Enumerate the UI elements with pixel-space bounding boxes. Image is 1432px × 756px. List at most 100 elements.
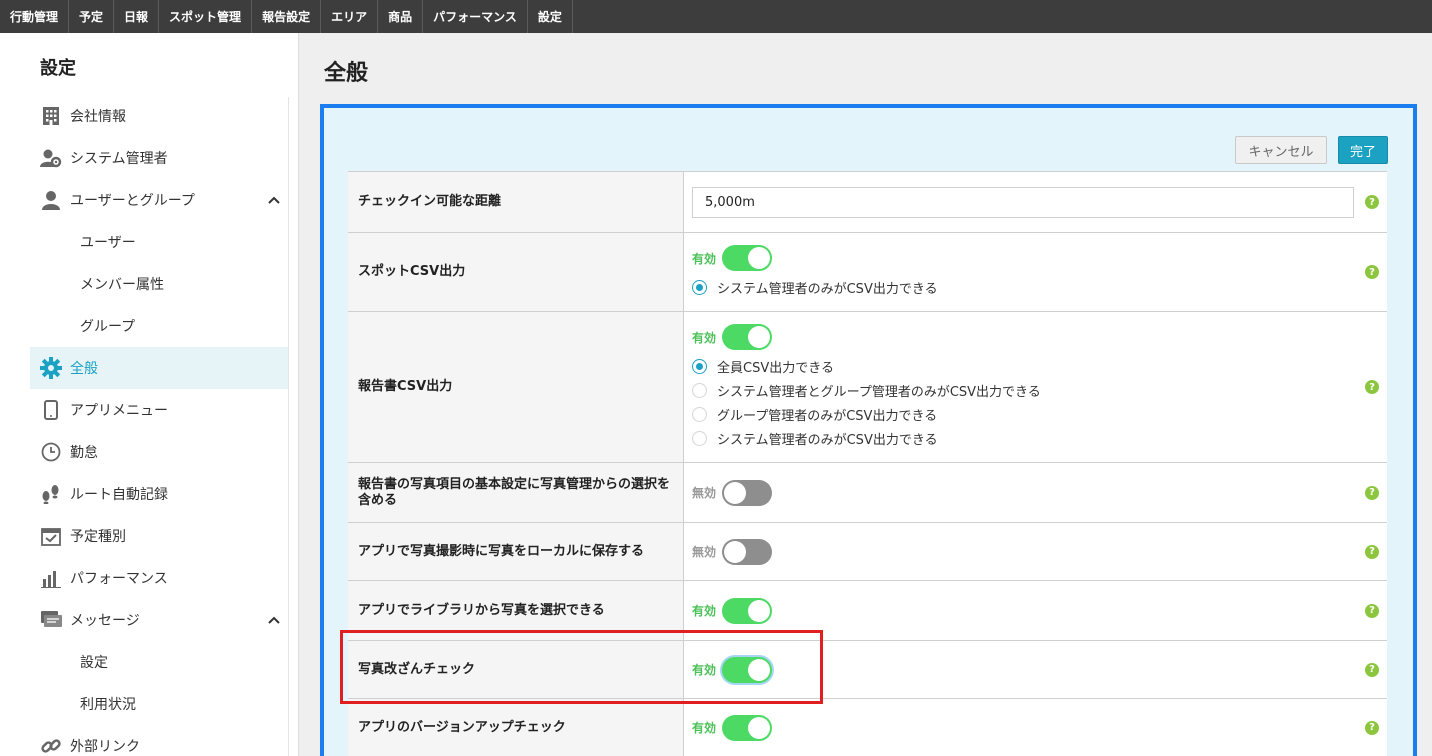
report-csv-toggle[interactable]: [722, 324, 773, 350]
setting-row-photo-default: 報告書の写真項目の基本設定に写真管理からの選択を含める 無効 ?: [348, 463, 1387, 523]
radio-button[interactable]: [692, 406, 707, 422]
tab-area[interactable]: エリア: [321, 0, 379, 33]
sidebar-item-label: 利用状況: [80, 697, 136, 713]
radio-option[interactable]: 全員CSV出力できる: [692, 354, 1379, 378]
sidebar-item-label: 会社情報: [70, 109, 126, 125]
sidebar: 設定 会社情報 システム管理者 ユーザーとグループ ユーザー メンバー属性 グル…: [0, 33, 299, 756]
tab-settings[interactable]: 設定: [528, 0, 573, 33]
toggle-status: 有効: [692, 330, 717, 345]
settings-panel: キャンセル 完了 チェックイン可能な距離 ? スポットCSV出力 有効: [320, 104, 1417, 756]
help-icon[interactable]: ?: [1365, 195, 1379, 209]
spot-csv-toggle[interactable]: [722, 245, 773, 271]
radio-button[interactable]: [692, 382, 707, 398]
sidebar-item-label: グループ: [80, 319, 136, 335]
top-nav: 行動管理 予定 日報 スポット管理 報告設定 エリア 商品 パフォーマンス 設定: [0, 0, 1432, 33]
sidebar-item-label: 外部リンク: [70, 739, 140, 755]
radio-option[interactable]: グループ管理者のみがCSV出力できる: [692, 402, 1379, 426]
version-check-toggle[interactable]: [722, 714, 773, 741]
toggle-status: 無効: [692, 486, 717, 500]
checkin-distance-input[interactable]: [692, 186, 1354, 218]
tab-performance[interactable]: パフォーマンス: [423, 0, 528, 33]
user-icon: [40, 189, 62, 211]
radio-label: グループ管理者のみがCSV出力できる: [717, 408, 938, 424]
sidebar-item-app-menu[interactable]: アプリメニュー: [30, 389, 288, 431]
message-icon: [40, 609, 62, 631]
tab-schedule[interactable]: 予定: [69, 0, 115, 33]
sidebar-item-groups[interactable]: グループ: [30, 305, 288, 347]
toggle-status: 無効: [692, 545, 717, 559]
tab-daily-report[interactable]: 日報: [114, 0, 160, 33]
toggle-status: 有効: [692, 604, 717, 618]
toggle-group: 有効: [692, 324, 1379, 350]
setting-row-version-check: アプリのバージョンアップチェック 有効 ?: [348, 699, 1387, 756]
tab-products[interactable]: 商品: [378, 0, 424, 33]
sidebar-item-label: メンバー属性: [80, 277, 164, 293]
sidebar-item-users-groups[interactable]: ユーザーとグループ: [30, 179, 288, 221]
radio-button-selected[interactable]: [692, 279, 707, 295]
sidebar-item-route-record[interactable]: ルート自動記録: [30, 473, 288, 515]
tamper-check-toggle[interactable]: [722, 656, 773, 683]
sidebar-item-users[interactable]: ユーザー: [30, 221, 288, 263]
sidebar-item-messages[interactable]: メッセージ: [30, 599, 288, 641]
tab-activity[interactable]: 行動管理: [0, 0, 70, 33]
toggle-group: 無効: [692, 479, 1379, 506]
sidebar-item-label: ユーザーとグループ: [70, 193, 195, 209]
library-select-toggle[interactable]: [722, 597, 773, 624]
help-icon[interactable]: ?: [1365, 720, 1379, 735]
radio-option[interactable]: システム管理者のみがCSV出力できる: [692, 426, 1379, 450]
phone-icon: [40, 399, 62, 421]
sidebar-title: 設定: [40, 58, 76, 79]
setting-row-save-local: アプリで写真撮影時に写真をローカルに保存する 無効 ?: [348, 523, 1387, 581]
sidebar-item-general[interactable]: 全般: [30, 347, 288, 389]
toggle-status: 有効: [692, 663, 717, 677]
sidebar-item-usage[interactable]: 利用状況: [30, 683, 288, 725]
done-button[interactable]: 完了: [1338, 136, 1388, 164]
radio-label: システム管理者のみがCSV出力できる: [717, 432, 938, 448]
chevron-up-icon[interactable]: [268, 192, 280, 208]
radio-option[interactable]: システム管理者とグループ管理者のみがCSV出力できる: [692, 378, 1379, 402]
sidebar-item-member-attributes[interactable]: メンバー属性: [30, 263, 288, 305]
sidebar-nav: 会社情報 システム管理者 ユーザーとグループ ユーザー メンバー属性 グループ: [30, 95, 288, 756]
sidebar-item-label: メッセージ: [70, 613, 140, 629]
sidebar-item-label: アプリメニュー: [70, 403, 168, 419]
bar-chart-icon: [40, 567, 62, 589]
footprints-icon: [40, 483, 62, 505]
radio-option[interactable]: システム管理者のみがCSV出力できる: [692, 275, 1379, 299]
tab-spot[interactable]: スポット管理: [159, 0, 253, 33]
setting-row-checkin-distance: チェックイン可能な距離 ?: [348, 172, 1387, 233]
help-icon[interactable]: ?: [1365, 265, 1379, 279]
radio-button-selected[interactable]: [692, 358, 707, 374]
building-icon: [40, 105, 62, 127]
save-local-toggle[interactable]: [722, 538, 773, 565]
setting-label: チェックイン可能な距離: [348, 172, 684, 232]
radio-button[interactable]: [692, 430, 707, 446]
help-icon[interactable]: ?: [1365, 603, 1379, 618]
calendar-check-icon: [40, 525, 62, 547]
sidebar-item-label: 予定種別: [70, 529, 126, 545]
setting-label: アプリのバージョンアップチェック: [348, 699, 684, 756]
help-icon[interactable]: ?: [1365, 485, 1379, 500]
gear-icon: [40, 357, 62, 379]
help-icon[interactable]: ?: [1365, 544, 1379, 559]
tab-report-settings[interactable]: 報告設定: [252, 0, 322, 33]
sidebar-item-external-links[interactable]: 外部リンク: [30, 725, 288, 756]
sidebar-item-attendance[interactable]: 勤怠: [30, 431, 288, 473]
sidebar-item-schedule-types[interactable]: 予定種別: [30, 515, 288, 557]
sidebar-item-label: ルート自動記録: [70, 487, 168, 503]
toggle-group: 無効: [692, 538, 1379, 565]
sidebar-item-label: 設定: [80, 655, 108, 671]
setting-label: 報告書CSV出力: [348, 312, 684, 462]
cancel-button[interactable]: キャンセル: [1235, 136, 1327, 164]
chevron-up-icon[interactable]: [268, 612, 280, 628]
sidebar-item-system-admin[interactable]: システム管理者: [30, 137, 288, 179]
toggle-status: 有効: [692, 251, 717, 266]
sidebar-item-company[interactable]: 会社情報: [30, 95, 288, 137]
setting-row-library-select: アプリでライブラリから写真を選択できる 有効 ?: [348, 581, 1387, 641]
help-icon[interactable]: ?: [1365, 380, 1379, 394]
toggle-group: 有効: [692, 597, 1379, 624]
sidebar-item-message-settings[interactable]: 設定: [30, 641, 288, 683]
sidebar-item-performance[interactable]: パフォーマンス: [30, 557, 288, 599]
photo-default-toggle[interactable]: [722, 479, 773, 506]
help-icon[interactable]: ?: [1365, 662, 1379, 677]
setting-label: アプリで写真撮影時に写真をローカルに保存する: [348, 523, 684, 580]
